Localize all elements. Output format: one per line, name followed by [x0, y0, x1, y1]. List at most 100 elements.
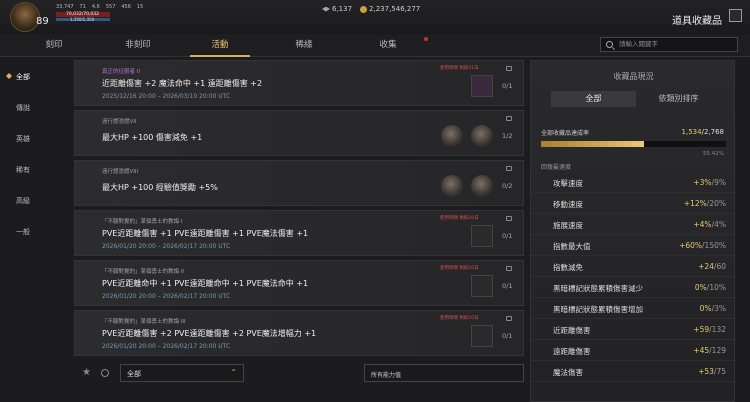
- stat-value: 0%/10%: [694, 283, 726, 292]
- stat-name: 魔法傷害: [553, 368, 583, 377]
- list-item[interactable]: 「不願對覺的」某個勇士的教誨 II PVE近距離命中 +1 PVE遠距離命中 +…: [74, 260, 524, 306]
- nav-all[interactable]: 全部: [0, 72, 50, 82]
- orb-item-icon[interactable]: [441, 125, 463, 147]
- item-slot-icon[interactable]: [471, 225, 493, 247]
- lock-icon[interactable]: [506, 116, 512, 121]
- stat-name: 近距離傷害: [553, 326, 591, 335]
- time-remaining: 使用時間 剩餘41日: [440, 66, 479, 71]
- item-period: 2026/01/20 20:00 – 2026/02/17 20:00 UTC: [102, 293, 231, 300]
- ability-filter-value: 所有能力值: [371, 372, 402, 379]
- stat-value: 0%/3%: [699, 304, 726, 313]
- nav-normal[interactable]: 一般: [0, 227, 50, 237]
- orb-item-icon[interactable]: [471, 175, 493, 197]
- item-effect: 近距離傷害 +2 魔法命中 +1 遠距離傷害 +2: [102, 79, 263, 88]
- lock-icon[interactable]: [506, 266, 512, 271]
- item-period: 2026/01/20 20:00 – 2026/02/17 20:00 UTC: [102, 243, 231, 250]
- stat-name: 黑暗標記狀態累積傷害減少: [553, 284, 643, 293]
- item-effect: 最大HP +100 傷害減免 +1: [102, 133, 203, 142]
- list-item[interactable]: 「不願對覺的」某個勇士的教誨 III PVE近距離傷害 +2 PVE遠距離傷害 …: [74, 310, 524, 356]
- stat-name: 移動速度: [553, 200, 583, 209]
- item-name: 「不願對覺的」某個勇士的教誨 II: [102, 269, 184, 275]
- character-level: 89: [36, 16, 49, 27]
- panel-title: 收藏品現況: [613, 72, 654, 81]
- item-effect: PVE近距離傷害 +2 PVE遠距離傷害 +2 PVE魔法增幅力 +1: [102, 329, 317, 338]
- lock-icon[interactable]: [506, 166, 512, 171]
- lock-icon[interactable]: [506, 216, 512, 221]
- stat-name: 施展速度: [553, 221, 583, 230]
- item-slot-icon[interactable]: [471, 75, 493, 97]
- list-item[interactable]: 遠行證憑證VII 最大HP +100 傷害減免 +1 ✓ 1/2: [74, 110, 524, 156]
- stat-value: +4%/4%: [693, 220, 726, 229]
- notification-dot: [424, 37, 428, 41]
- stat-row: 施展速度 +4%/4%: [531, 215, 736, 235]
- item-slot-icon[interactable]: [471, 325, 493, 347]
- list-item[interactable]: 遠行證憑證VIII 最大HP +100 經驗值獎勵 +5% 0/2: [74, 160, 524, 206]
- completion-percent: 55.42%: [703, 151, 724, 157]
- stats-section-header: 回復最速度: [541, 164, 572, 171]
- item-period: 2025/12/16 20:00 – 2026/03/10 20:00 UTC: [102, 93, 231, 100]
- stat-value: +59/132: [693, 325, 726, 334]
- stat-name: 遠距離傷害: [553, 347, 591, 356]
- stat-row: 黑暗標記狀態累積傷害減少 0%/10%: [531, 278, 736, 298]
- silver-count: 2,237,546,277: [369, 5, 421, 13]
- close-button[interactable]: [729, 9, 742, 22]
- item-name: 「不願對覺的」某個勇士的教誨 III: [102, 319, 186, 325]
- stat-name: 指數最大值: [553, 242, 591, 251]
- item-name: 真正的征服者 II: [102, 69, 140, 75]
- grade-filter-value: 全部: [127, 370, 141, 378]
- item-count: 0/1: [502, 82, 513, 90]
- item-name: 「不願對覺的」某個勇士的教誨 I: [102, 219, 183, 225]
- stat-row: 黑暗標記狀態累積傷害增加 0%/3%: [531, 299, 736, 319]
- chevron-up-icon: ⌃: [230, 368, 237, 377]
- stat-row: 移動速度 +12%/20%: [531, 194, 736, 214]
- completion-progress-bar: [541, 141, 726, 147]
- stat-name: 黑暗標記狀態累積傷害增加: [553, 305, 643, 314]
- tab-collection[interactable]: 收集: [358, 35, 418, 57]
- stat-value: +60%/150%: [679, 241, 726, 250]
- panel-tabs: 全部 依類別排序: [551, 91, 721, 107]
- stat-value: +3%/9%: [693, 178, 726, 187]
- orb-item-icon[interactable]: [471, 125, 493, 147]
- panel-tab-all[interactable]: 全部: [551, 91, 636, 107]
- orb-item-icon[interactable]: [441, 175, 463, 197]
- lock-icon[interactable]: [506, 66, 512, 71]
- mp-text: 1,350/1,350: [70, 17, 95, 22]
- tab-engraved[interactable]: 刻印: [24, 35, 84, 57]
- grade-filter-dropdown[interactable]: 全部 ⌃: [120, 364, 244, 382]
- tab-rare[interactable]: 稀緣: [274, 35, 334, 57]
- player-stats: 33,747 71 4.6 557 456 15: [56, 4, 144, 10]
- tab-non-engraved[interactable]: 非刻印: [108, 35, 168, 57]
- page-title: 道具收藏品: [672, 16, 722, 27]
- lock-icon[interactable]: [506, 316, 512, 321]
- nav-advanced[interactable]: 高級: [0, 196, 50, 206]
- item-slot-icon[interactable]: [471, 275, 493, 297]
- ability-filter-dropdown[interactable]: 所有能力值: [364, 364, 524, 382]
- item-count: 1/2: [502, 132, 513, 140]
- stat-row: 遠距離傷害 +45/129: [531, 341, 736, 361]
- item-effect: PVE近距離命中 +1 PVE遠距離命中 +1 PVE魔法命中 +1: [102, 279, 309, 288]
- item-name: 遠行證憑證VII: [102, 119, 137, 125]
- list-item[interactable]: 「不願對覺的」某個勇士的教誨 I PVE近距離傷害 +1 PVE遠距離傷害 +1…: [74, 210, 524, 256]
- nav-legendary[interactable]: 傳說: [0, 103, 50, 113]
- stat-row: 近距離傷害 +59/132: [531, 320, 736, 340]
- item-count: 0/1: [502, 282, 513, 290]
- completion-label: 全部收藏品達成率: [541, 130, 590, 137]
- grade-nav: 全部 傳說 英雄 稀有 高級 一般: [0, 60, 50, 402]
- tab-event[interactable]: 活動: [190, 35, 250, 57]
- stat-row: 攻擊速度 +3%/9%: [531, 173, 736, 193]
- panel-tab-by-category[interactable]: 依類別排序: [636, 91, 721, 107]
- top-bar: 89 33,747 71 4.6 557 456 15 70,032/70,032 1,3…: [0, 0, 750, 34]
- favorite-star-icon[interactable]: ★: [82, 367, 91, 378]
- filter-toggle-icon[interactable]: [101, 369, 109, 377]
- completion-progress-fill: [541, 141, 644, 147]
- time-remaining: 使用時間 剩餘20日: [440, 316, 479, 321]
- item-effect: PVE近距離傷害 +1 PVE遠距離傷害 +1 PVE魔法傷害 +1: [102, 229, 309, 238]
- search-input[interactable]: 請輸入關鍵字: [600, 37, 738, 52]
- stat-value: +53/75: [698, 367, 726, 376]
- nav-hero[interactable]: 英雄: [0, 134, 50, 144]
- item-count: 0/1: [502, 332, 513, 340]
- nav-rare[interactable]: 稀有: [0, 165, 50, 175]
- item-period: 2026/01/20 20:00 – 2026/02/17 20:00 UTC: [102, 343, 231, 350]
- stat-value: +12%/20%: [683, 199, 726, 208]
- list-item[interactable]: 真正的征服者 II 近距離傷害 +2 魔法命中 +1 遠距離傷害 +2 2025…: [74, 60, 524, 106]
